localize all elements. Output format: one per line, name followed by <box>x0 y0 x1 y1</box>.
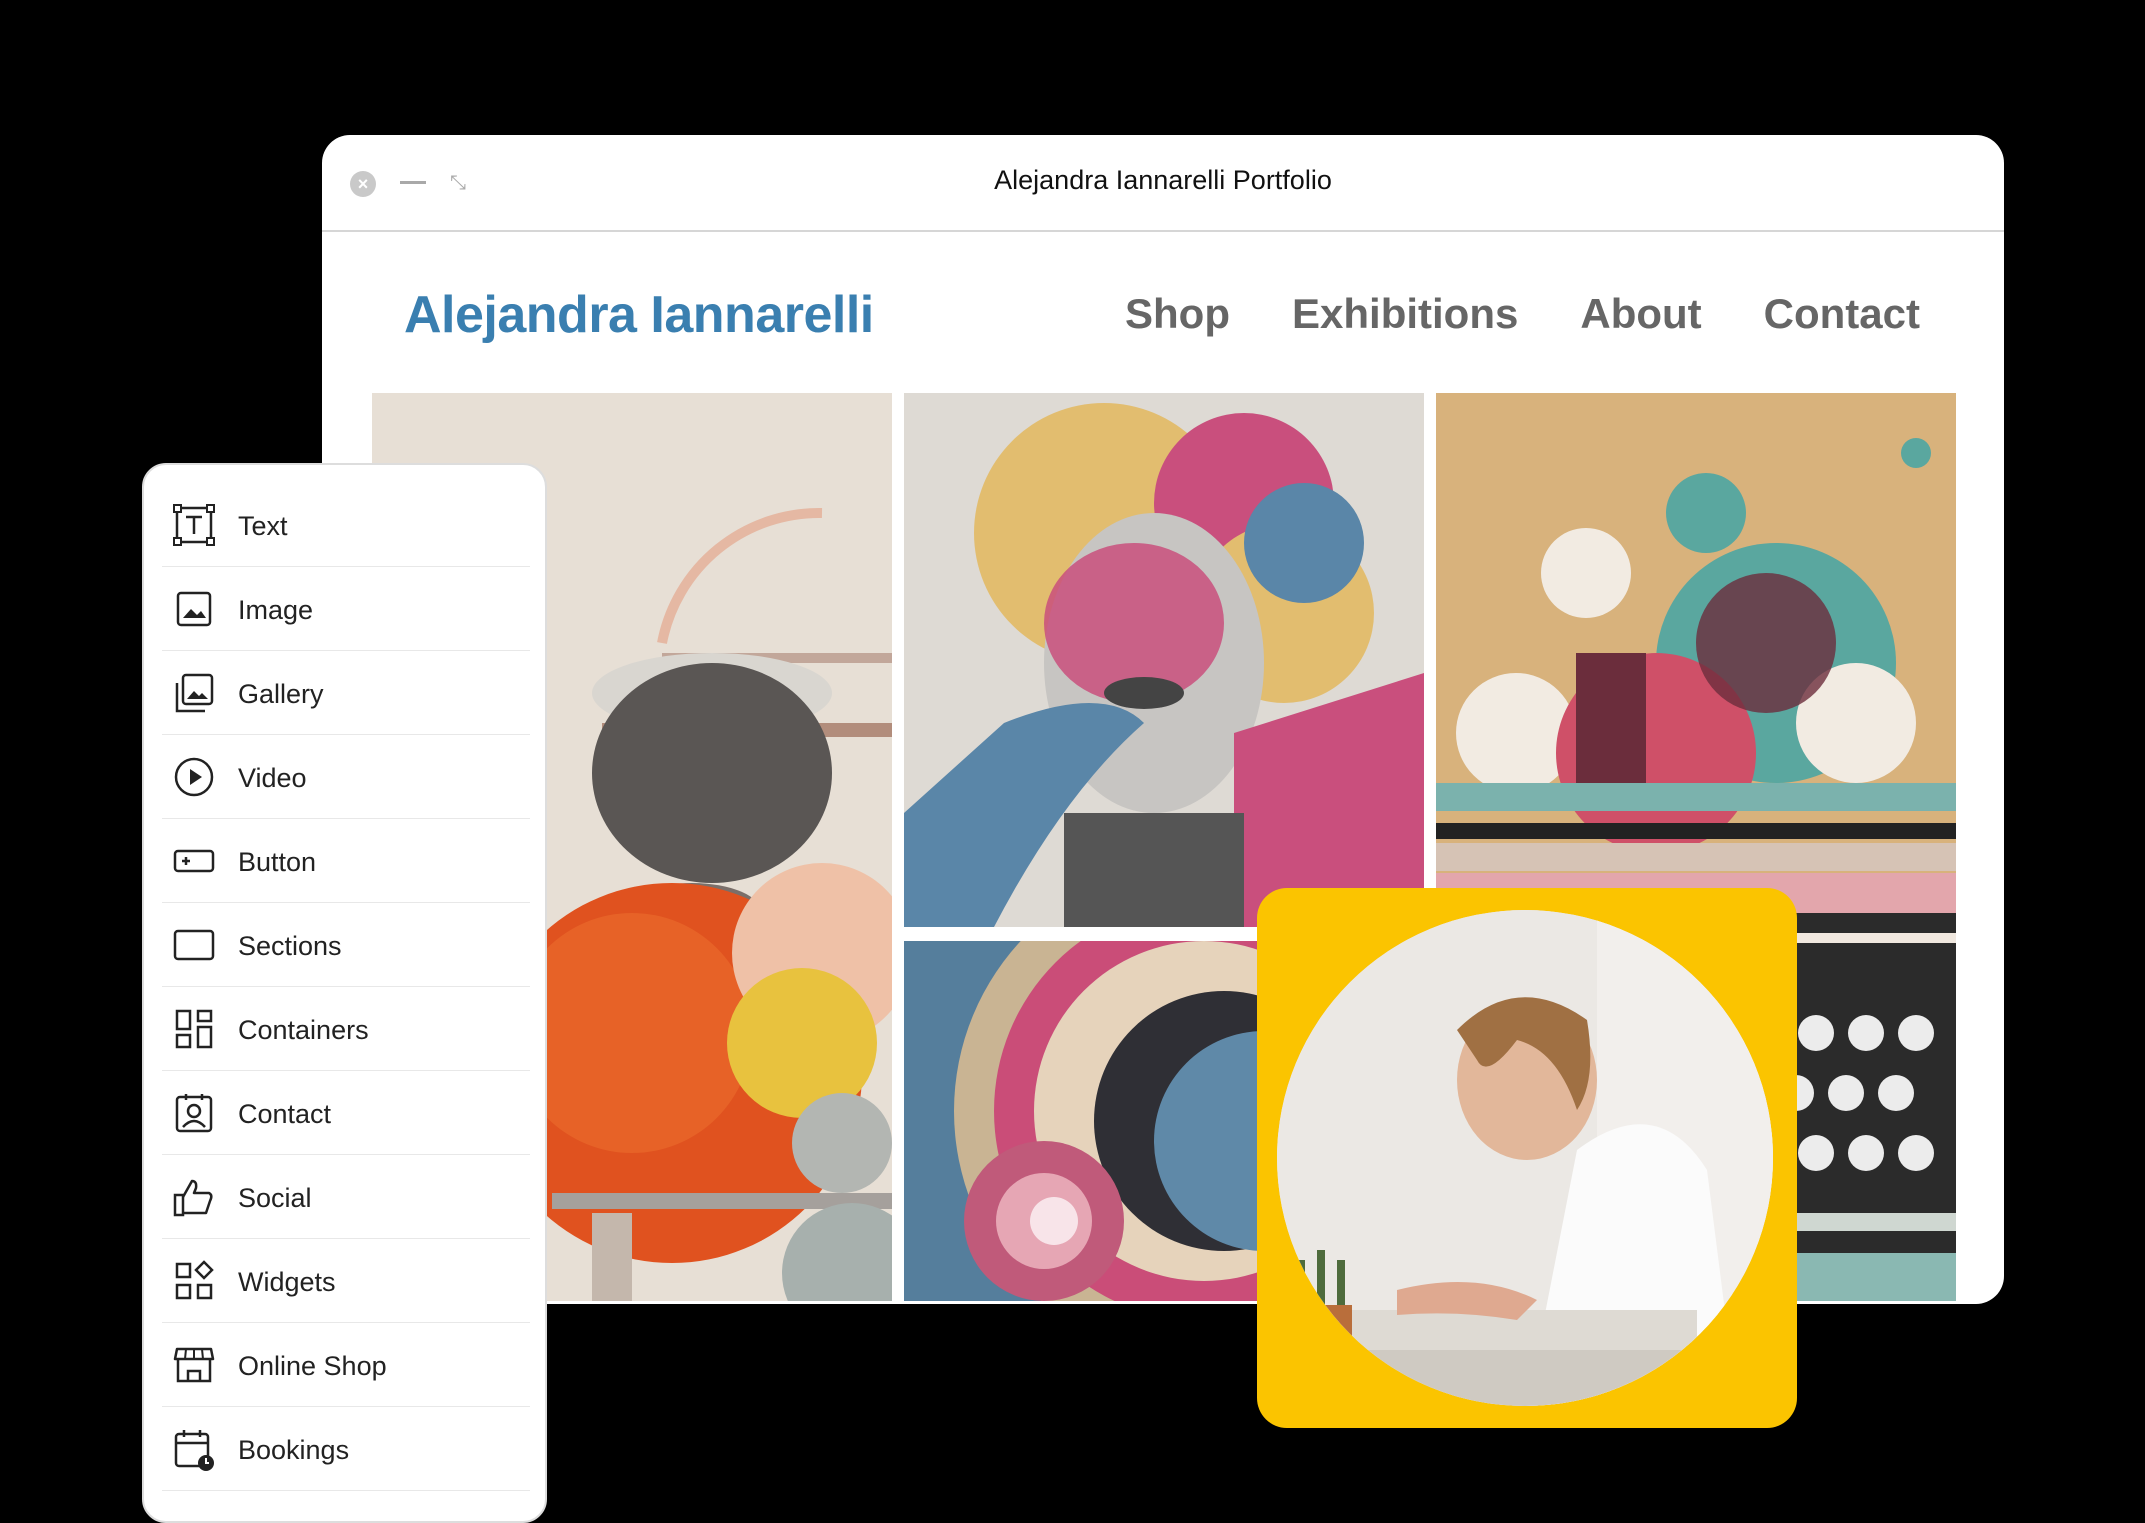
profile-photo-card <box>1257 888 1797 1428</box>
panel-item-widgets[interactable]: Widgets <box>162 1239 530 1323</box>
panel-item-label: Social <box>238 1183 312 1213</box>
nav-shop[interactable]: Shop <box>1125 290 1230 338</box>
panel-item-label: Containers <box>238 1015 369 1045</box>
site-logo[interactable]: Alejandra Iannarelli <box>404 285 874 345</box>
video-icon <box>174 757 214 797</box>
window-title: Alejandra Iannarelli Portfolio <box>994 165 1332 195</box>
profile-photo <box>1277 910 1773 1406</box>
panel-item-label: Bookings <box>238 1435 350 1465</box>
panel-item-label: Gallery <box>238 679 324 709</box>
widget-panel: Text Image Gallery Video Button Sections… <box>142 463 547 1523</box>
calendar-icon <box>174 1430 214 1471</box>
text-icon <box>173 504 215 546</box>
panel-item-button[interactable]: Button <box>162 819 530 903</box>
panel-item-label: Text <box>238 511 288 541</box>
window-titlebar: × ⤡ Alejandra Iannarelli Portfolio <box>322 135 2004 232</box>
sections-icon <box>173 929 215 961</box>
panel-item-contact[interactable]: Contact <box>162 1071 530 1155</box>
containers-icon <box>175 1009 213 1049</box>
widgets-icon <box>175 1260 214 1300</box>
nav-contact[interactable]: Contact <box>1764 290 1920 338</box>
panel-item-label: Widgets <box>238 1267 336 1297</box>
artwork-portrait[interactable] <box>904 393 1424 927</box>
nav-exhibitions[interactable]: Exhibitions <box>1292 290 1518 338</box>
panel-item-video[interactable]: Video <box>162 735 530 819</box>
panel-item-label: Contact <box>238 1099 332 1129</box>
panel-item-text[interactable]: Text <box>162 483 530 567</box>
panel-item-image[interactable]: Image <box>162 567 530 651</box>
image-icon <box>176 591 212 627</box>
site-nav: Shop Exhibitions About Contact <box>1125 290 1920 338</box>
panel-item-label: Sections <box>238 931 342 961</box>
contact-icon <box>175 1094 213 1133</box>
thumbs-up-icon <box>173 1179 213 1217</box>
nav-about[interactable]: About <box>1580 290 1701 338</box>
panel-item-sections[interactable]: Sections <box>162 903 530 987</box>
panel-item-online-shop[interactable]: Online Shop <box>162 1323 530 1407</box>
panel-item-label: Button <box>238 847 317 877</box>
panel-item-social[interactable]: Social <box>162 1155 530 1239</box>
panel-item-label: Image <box>238 595 314 625</box>
button-icon <box>173 849 215 873</box>
shop-icon <box>173 1347 215 1383</box>
panel-item-containers[interactable]: Containers <box>162 987 530 1071</box>
panel-item-label: Video <box>238 763 307 793</box>
panel-item-gallery[interactable]: Gallery <box>162 651 530 735</box>
panel-item-bookings[interactable]: Bookings <box>162 1407 530 1491</box>
gallery-icon <box>175 673 214 713</box>
panel-item-label: Online Shop <box>238 1351 387 1381</box>
